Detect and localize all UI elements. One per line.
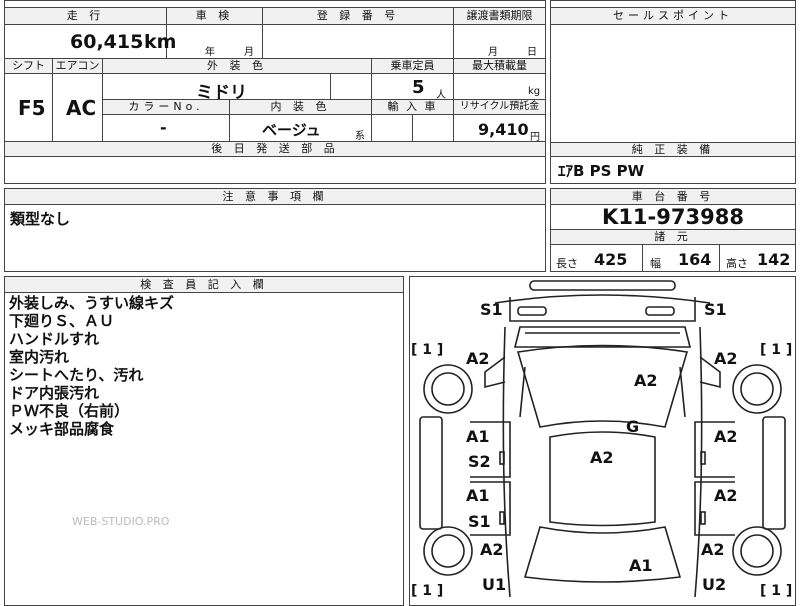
transfer-day: 日	[527, 47, 537, 58]
color-no-header: カラーNo.	[103, 100, 230, 115]
note-line: メッキ部品腐食	[9, 420, 115, 438]
import-divider	[412, 115, 413, 142]
caution-header: 注 意 事 項 欄	[5, 189, 545, 205]
mark-rear-fender-right: A2	[701, 540, 725, 559]
genuine-equip-header: 純 正 装 備	[551, 142, 795, 157]
mark-bracket-left: [ 1 ]	[411, 342, 443, 358]
later-parts-header: 後 日 発 送 部 品	[5, 142, 545, 157]
recycle-value: 9,410	[478, 120, 529, 139]
ext-color-divider	[330, 74, 331, 100]
mark-fender-left: A2	[466, 349, 490, 368]
ext-color-header: 外 装 色	[103, 59, 372, 74]
transfer-month: 月	[488, 47, 498, 58]
height-value: 142	[757, 250, 791, 269]
mark-rear-fender-left: A2	[480, 540, 504, 559]
int-color-suffix: 系	[355, 131, 365, 142]
length-label: 長さ	[556, 257, 578, 270]
note-line: ドア内張汚れ	[9, 384, 100, 402]
int-color-value: ベージュ	[262, 121, 321, 139]
genuine-equip-value: ｴｱB PS PW	[558, 162, 645, 180]
transfer-docs-header: 譲渡書類期限	[454, 8, 545, 25]
inspection-header: 車 検	[167, 8, 263, 25]
note-line: 下廻りＳ、ＡＵ	[9, 312, 115, 330]
recycle-header: リサイクル預託金	[454, 100, 545, 115]
mark-rear-door-left-2: S1	[468, 512, 491, 531]
sales-point-header: セールスポイント	[551, 8, 795, 25]
registration-cell	[263, 25, 454, 59]
caution-value: 類型なし	[10, 210, 71, 228]
capacity-value: 5	[412, 77, 425, 98]
note-line: 室内汚れ	[9, 348, 70, 366]
registration-header: 登 録 番 号	[263, 8, 454, 25]
width-value: 164	[678, 250, 712, 269]
mark-bracket-right: [ 1 ]	[760, 342, 792, 358]
mileage-header: 走 行	[5, 8, 167, 25]
mark-bracket-bottom-right: [ 1 ]	[760, 583, 792, 599]
specs-header: 諸 元	[551, 229, 795, 245]
mark-front-door-left: A1	[466, 427, 490, 446]
inspector-header: 検 査 員 記 入 欄	[5, 277, 403, 293]
inspector-notes: 外装しみ、うすい線キズ 下廻りＳ、ＡＵ ハンドルすれ 室内汚れ シートへたり、汚…	[9, 294, 399, 438]
shift-value: F5	[18, 96, 46, 120]
import-header: 輸 入 車	[372, 100, 454, 115]
mark-front-left: S1	[480, 300, 503, 319]
mark-rear-door-left: A1	[466, 486, 490, 505]
mark-front-door-left-2: S2	[468, 452, 491, 471]
inspection-year: 年	[205, 47, 215, 58]
mileage-value: 60,415	[70, 31, 144, 53]
capacity-unit: 人	[436, 90, 446, 101]
car-diagram: S1 S1 [ 1 ] [ 1 ] A2 A2 A2 G A2 A1 S2 A2…	[411, 280, 792, 599]
int-color-header: 内 装 色	[230, 100, 372, 115]
inspection-month: 月	[244, 47, 254, 58]
height-label: 高さ	[726, 257, 748, 270]
mark-trunk: A1	[629, 556, 653, 575]
mark-roof: A2	[590, 448, 614, 467]
chassis-value: K11-973988	[602, 205, 744, 229]
mark-bracket-bottom-left: [ 1 ]	[411, 583, 443, 599]
length-value: 425	[594, 250, 628, 269]
note-line: ハンドルすれ	[9, 330, 100, 348]
import-cell	[372, 115, 454, 142]
aircon-header: エアコン	[53, 59, 103, 74]
note-line: ＰＷ不良（右前）	[9, 402, 130, 420]
mark-windshield: G	[626, 417, 639, 436]
mark-hood: A2	[634, 371, 658, 390]
max-load-header: 最大積載量	[454, 59, 545, 74]
watermark: WEB-STUDIO.PRO	[72, 515, 170, 528]
mark-front-door-right: A2	[714, 427, 738, 446]
mark-rear-right: U2	[702, 575, 726, 594]
sales-top-cutoff	[551, 0, 795, 8]
color-no-value: -	[160, 118, 167, 137]
later-parts-cell	[5, 157, 545, 183]
shift-header: シフト	[5, 59, 53, 74]
width-label: 幅	[650, 257, 661, 270]
capacity-header: 乗車定員	[372, 59, 454, 74]
mark-rear-door-right: A2	[714, 486, 738, 505]
chassis-header: 車 台 番 号	[551, 189, 795, 205]
top-cutoff-row	[4, 0, 546, 8]
mark-rear-left: U1	[482, 575, 506, 594]
mark-front-right: S1	[704, 300, 727, 319]
recycle-unit: 円	[530, 132, 540, 143]
aircon-value: AC	[66, 96, 97, 120]
mark-fender-right: A2	[714, 349, 738, 368]
max-load-unit: kg	[528, 86, 541, 97]
note-line: シートへたり、汚れ	[9, 366, 144, 384]
note-line: 外装しみ、うすい線キズ	[9, 294, 175, 312]
